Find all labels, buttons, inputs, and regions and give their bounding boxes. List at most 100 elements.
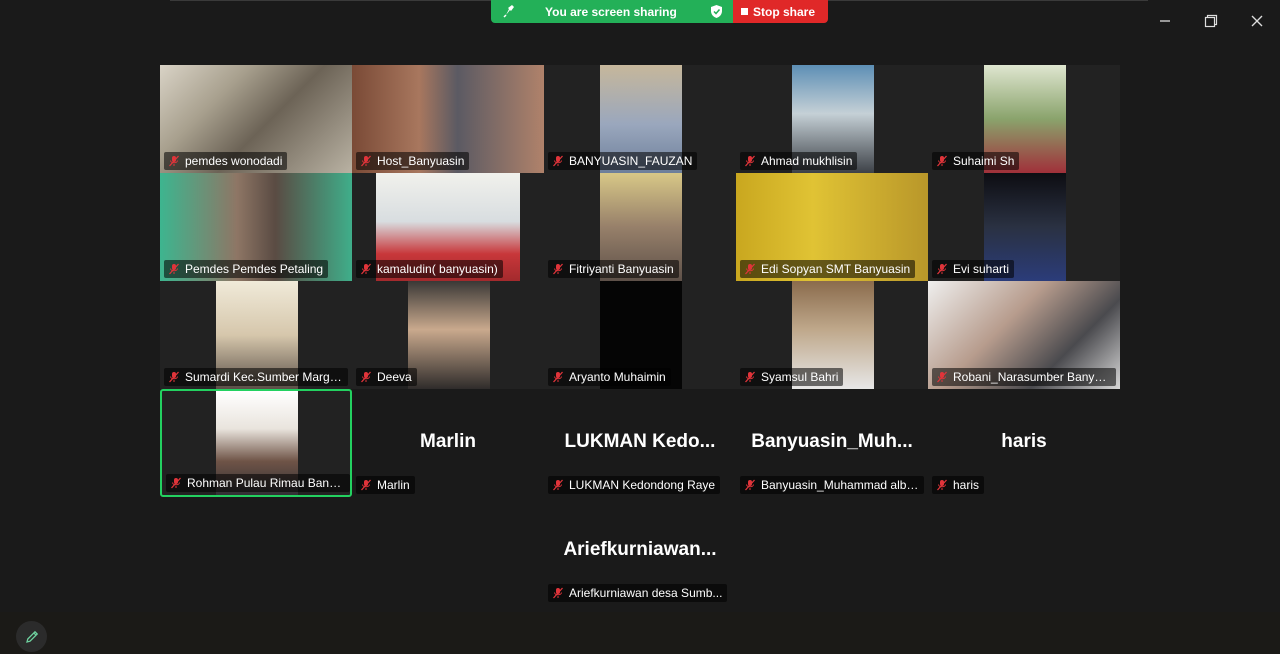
participant-tile[interactable]: Marlin Marlin	[352, 389, 544, 497]
participant-tile[interactable]: Ahmad mukhlisin	[736, 65, 928, 173]
participant-tile[interactable]: Pemdes Pemdes Petaling	[160, 173, 352, 281]
participant-display-name: haris	[1001, 431, 1047, 452]
participant-tile[interactable]: Evi suharti	[928, 173, 1120, 281]
pencil-icon	[25, 630, 38, 643]
muted-mic-icon	[553, 155, 563, 167]
participant-video	[408, 281, 490, 389]
participant-name-label: Sumardi Kec.Sumber Marga ...	[164, 368, 348, 386]
participant-name-label: Edi Sopyan SMT Banyuasin	[740, 260, 916, 278]
participant-display-name: Marlin	[420, 431, 476, 452]
muted-mic-icon	[361, 479, 371, 491]
participant-name-label: Robani_Narasumber Banyuasin	[932, 368, 1116, 386]
participant-name: Banyuasin_Muhammad albu...	[761, 478, 919, 492]
participant-name: LUKMAN Kedondong Raye	[569, 478, 716, 492]
participant-name: kamaludin( banyuasin)	[377, 262, 498, 276]
participant-tile[interactable]: haris haris	[928, 389, 1120, 497]
participant-tile[interactable]: pemdes wonodadi	[160, 65, 352, 173]
participant-name: haris	[953, 478, 980, 492]
stop-share-button[interactable]: Stop share	[733, 0, 828, 23]
muted-mic-icon	[361, 371, 371, 383]
participant-name-label: Ariefkurniawan desa Sumb...	[548, 584, 728, 602]
participant-name: Evi suharti	[953, 262, 1010, 276]
participant-name: Ariefkurniawan desa Sumb...	[569, 586, 723, 600]
participant-name: Marlin	[377, 478, 410, 492]
participant-name: Pemdes Pemdes Petaling	[185, 262, 324, 276]
participant-name-label: Syamsul Bahri	[740, 368, 844, 386]
muted-mic-icon	[745, 155, 755, 167]
participant-tile[interactable]: Suhaimi Sh	[928, 65, 1120, 173]
participant-name-label: Deeva	[356, 368, 417, 386]
participant-name-label: Marlin	[356, 476, 415, 494]
participant-tile[interactable]: Aryanto Muhaimin	[544, 281, 736, 389]
participant-name: Deeva	[377, 370, 412, 384]
participant-name: BANYUASIN_FAUZAN	[569, 154, 693, 168]
muted-mic-icon	[937, 479, 947, 491]
participant-name: Fitriyanti Banyuasin	[569, 262, 674, 276]
participant-tile[interactable]: Deeva	[352, 281, 544, 389]
muted-mic-icon	[169, 263, 179, 275]
participant-display-name: Banyuasin_Muh...	[751, 431, 913, 452]
participant-name-label: pemdes wonodadi	[164, 152, 288, 170]
participant-name-label: Fitriyanti Banyuasin	[548, 260, 679, 278]
muted-mic-icon	[745, 263, 755, 275]
participant-name: Syamsul Bahri	[761, 370, 839, 384]
close-icon[interactable]	[1248, 12, 1266, 30]
shield-check-icon[interactable]	[711, 5, 722, 18]
restore-icon[interactable]	[1202, 12, 1220, 30]
participant-name-label: Suhaimi Sh	[932, 152, 1020, 170]
muted-mic-icon	[361, 263, 371, 275]
muted-mic-icon	[553, 371, 563, 383]
participant-tile[interactable]: Edi Sopyan SMT Banyuasin	[736, 173, 928, 281]
participant-name: Edi Sopyan SMT Banyuasin	[761, 262, 911, 276]
participant-name-label: kamaludin( banyuasin)	[356, 260, 503, 278]
participant-tile[interactable]: LUKMAN Kedo... LUKMAN Kedondong Raye	[544, 389, 736, 497]
participant-tile[interactable]: Syamsul Bahri	[736, 281, 928, 389]
participant-tile[interactable]: Banyuasin_Muh... Banyuasin_Muhammad albu.…	[736, 389, 928, 497]
participant-name-label: LUKMAN Kedondong Raye	[548, 476, 721, 494]
participant-name: Rohman Pulau Rimau Banyu...	[187, 476, 345, 490]
participant-name: Aryanto Muhaimin	[569, 370, 666, 384]
muted-mic-icon	[553, 587, 563, 599]
participant-name: Host_Banyuasin	[377, 154, 465, 168]
annotate-button[interactable]	[16, 621, 47, 652]
muted-mic-icon	[169, 155, 179, 167]
participant-tile[interactable]: Fitriyanti Banyuasin	[544, 173, 736, 281]
participant-name-label: Aryanto Muhaimin	[548, 368, 671, 386]
participant-name: pemdes wonodadi	[185, 154, 283, 168]
participant-name: Sumardi Kec.Sumber Marga ...	[185, 370, 343, 384]
participant-tile[interactable]: Ariefkurniawan... Ariefkurniawan desa Sum…	[544, 497, 736, 605]
participant-name-label: haris	[932, 476, 985, 494]
participant-tile[interactable]: Rohman Pulau Rimau Banyu...	[160, 389, 352, 497]
participant-display-name: LUKMAN Kedo...	[564, 431, 716, 452]
participant-tile[interactable]: Host_Banyuasin	[352, 65, 544, 173]
participant-name: Robani_Narasumber Banyuasin	[953, 370, 1111, 384]
participant-tile[interactable]: Robani_Narasumber Banyuasin	[928, 281, 1120, 389]
screen-share-banner: You are screen sharing Stop share	[491, 0, 828, 23]
participant-tile[interactable]: Sumardi Kec.Sumber Marga ...	[160, 281, 352, 389]
muted-mic-icon	[361, 155, 371, 167]
muted-mic-icon	[553, 479, 563, 491]
bottom-toolbar	[0, 612, 1280, 654]
participant-name-label: Rohman Pulau Rimau Banyu...	[166, 474, 350, 492]
muted-mic-icon	[171, 477, 181, 489]
participant-name-label: Banyuasin_Muhammad albu...	[740, 476, 924, 494]
muted-mic-icon	[745, 371, 755, 383]
muted-mic-icon	[937, 155, 947, 167]
participant-name-label: Ahmad mukhlisin	[740, 152, 858, 170]
stop-share-label: Stop share	[753, 4, 816, 19]
screen-share-status-text: You are screen sharing	[545, 5, 677, 19]
muted-mic-icon	[937, 263, 947, 275]
pin-icon[interactable]	[503, 4, 515, 18]
participant-name-label: Pemdes Pemdes Petaling	[164, 260, 329, 278]
participant-tile[interactable]: BANYUASIN_FAUZAN	[544, 65, 736, 173]
participant-name-label: BANYUASIN_FAUZAN	[548, 152, 698, 170]
participant-name-label: Evi suharti	[932, 260, 1015, 278]
screen-share-status: You are screen sharing	[491, 0, 733, 23]
muted-mic-icon	[169, 371, 179, 383]
minimize-icon[interactable]	[1156, 12, 1174, 30]
muted-mic-icon	[937, 371, 947, 383]
stop-icon	[741, 8, 748, 15]
muted-mic-icon	[745, 479, 755, 491]
participant-tile[interactable]: kamaludin( banyuasin)	[352, 173, 544, 281]
participant-name: Ahmad mukhlisin	[761, 154, 853, 168]
